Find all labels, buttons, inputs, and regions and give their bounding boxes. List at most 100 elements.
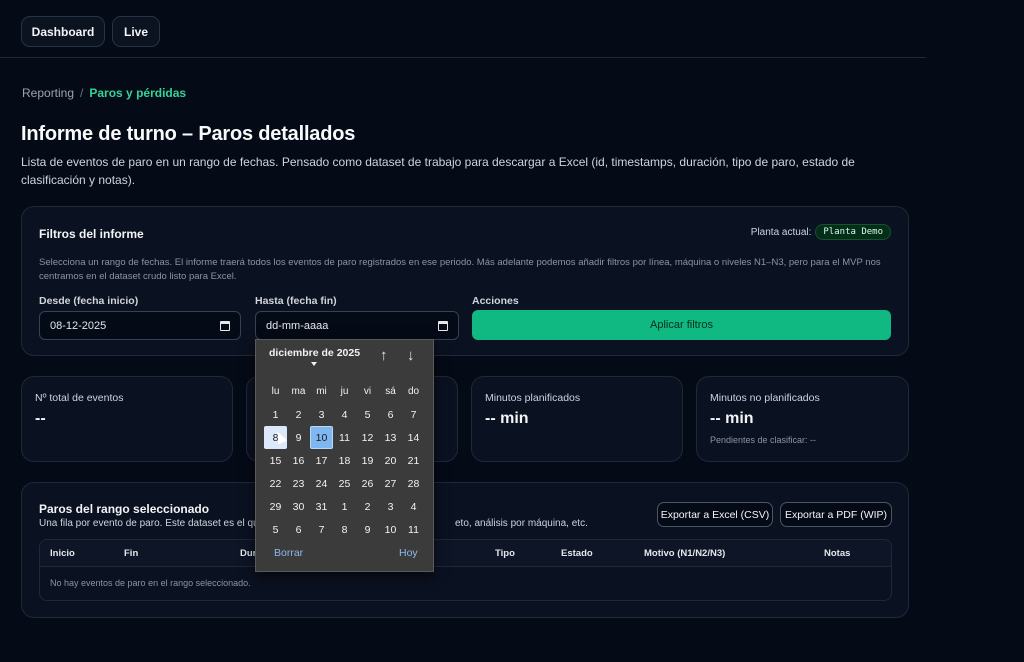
column-header[interactable]: Tipo (495, 548, 515, 559)
export-pdf-button[interactable]: Exportar a PDF (WIP) (780, 502, 892, 527)
calendar-day[interactable]: 23 (287, 472, 310, 495)
month-year-label[interactable]: diciembre de 2025 (269, 347, 360, 359)
breadcrumb-current: Paros y pérdidas (89, 86, 187, 100)
top-navbar: Dashboard Live (0, 0, 926, 58)
stoppages-table-card: Paros del rango seleccionado Una fila po… (21, 482, 909, 618)
calendar-day[interactable]: 26 (356, 472, 379, 495)
calendar-day[interactable]: 18 (333, 449, 356, 472)
calendar-day-next-month[interactable]: 8 (333, 518, 356, 541)
calendar-day[interactable]: 10 (310, 426, 333, 449)
nav-live-button[interactable]: Live (112, 16, 160, 47)
calendar-day[interactable]: 3 (310, 403, 333, 426)
calendar-day[interactable]: 9 (287, 426, 310, 449)
to-date-input[interactable]: dd-mm-aaaa (255, 311, 459, 340)
column-header[interactable]: Fin (124, 548, 138, 559)
date-picker-popup: diciembre de 2025 ↑ ↓ lu ma mi ju vi sá do 1 2 3 4… (255, 339, 434, 572)
stat-card-total-events: Nº total de eventos -- (21, 376, 233, 462)
weekday-header: lu (271, 386, 280, 397)
calendar-day[interactable]: 29 (264, 495, 287, 518)
stoppages-table: Inicio Fin Dur Tipo Estado Motivo (N1/N2… (39, 539, 892, 601)
calendar-day-next-month[interactable]: 7 (310, 518, 333, 541)
calendar-day[interactable]: 19 (356, 449, 379, 472)
calendar-grid: lu ma mi ju vi sá do 1 2 3 4 5 6 7 8 9 10 11 12 13 14 15 16 17 1… (264, 380, 425, 541)
calendar-day[interactable]: 21 (402, 449, 425, 472)
calendar-day[interactable]: 14 (402, 426, 425, 449)
calendar-day[interactable]: 12 (356, 426, 379, 449)
plant-label: Planta actual: (750, 226, 812, 238)
calendar-day[interactable]: 24 (310, 472, 333, 495)
stat-card-unplanned-minutes: Minutos no planificados -- min Pendiente… (696, 376, 909, 462)
calendar-day[interactable]: 5 (356, 403, 379, 426)
actions-label: Acciones (472, 295, 519, 307)
table-header: Inicio Fin Dur Tipo Estado Motivo (N1/N2… (40, 540, 891, 567)
calendar-day[interactable]: 31 (310, 495, 333, 518)
weekday-header: sá (385, 386, 396, 397)
calendar-day-next-month[interactable]: 1 (333, 495, 356, 518)
calendar-day-next-month[interactable]: 4 (402, 495, 425, 518)
nav-dashboard-button[interactable]: Dashboard (21, 16, 105, 47)
calendar-day[interactable]: 16 (287, 449, 310, 472)
column-header[interactable]: Dur (240, 548, 256, 559)
export-csv-button[interactable]: Exportar a Excel (CSV) (657, 502, 773, 527)
filters-card: Filtros del informe Planta actual: Plant… (21, 206, 909, 356)
weekday-header: mi (316, 386, 327, 397)
table-subtitle-right: eto, análisis por máquina, etc. (455, 518, 588, 529)
calendar-day[interactable]: 30 (287, 495, 310, 518)
from-date-label: Desde (fecha inicio) (39, 295, 139, 307)
calendar-day[interactable]: 4 (333, 403, 356, 426)
calendar-day[interactable]: 1 (264, 403, 287, 426)
apply-filters-button[interactable]: Aplicar filtros (472, 310, 891, 340)
calendar-day[interactable]: 11 (333, 426, 356, 449)
calendar-day[interactable]: 17 (310, 449, 333, 472)
calendar-day-next-month[interactable]: 11 (402, 518, 425, 541)
calendar-day-next-month[interactable]: 6 (287, 518, 310, 541)
today-button[interactable]: Hoy (399, 547, 418, 559)
calendar-day-next-month[interactable]: 5 (264, 518, 287, 541)
calendar-day-next-month[interactable]: 9 (356, 518, 379, 541)
arrow-down-icon[interactable]: ↓ (407, 347, 415, 364)
calendar-day[interactable]: 25 (333, 472, 356, 495)
weekday-header: ma (291, 386, 306, 397)
stat-label: Nº total de eventos (35, 392, 124, 404)
calendar-day[interactable]: 27 (379, 472, 402, 495)
calendar-day[interactable]: 6 (379, 403, 402, 426)
column-header[interactable]: Motivo (N1/N2/N3) (644, 548, 725, 559)
calendar-day-next-month[interactable]: 2 (356, 495, 379, 518)
calendar-day-next-month[interactable]: 10 (379, 518, 402, 541)
calendar-day[interactable]: 7 (402, 403, 425, 426)
calendar-icon[interactable] (438, 320, 448, 331)
to-date-placeholder: dd-mm-aaaa (266, 319, 329, 332)
weekday-header: vi (363, 386, 372, 397)
calendar-day[interactable]: 22 (264, 472, 287, 495)
empty-state-text: No hay eventos de paro en el rango selec… (50, 578, 251, 588)
page-description: Lista de eventos de paro en un rango de … (21, 155, 855, 187)
stat-label: Minutos no planificados (710, 392, 820, 404)
arrow-up-icon[interactable]: ↑ (380, 347, 388, 364)
calendar-day[interactable]: 20 (379, 449, 402, 472)
clear-button[interactable]: Borrar (274, 547, 303, 559)
breadcrumb-root[interactable]: Reporting (22, 86, 74, 100)
stat-subtext: Pendientes de clasificar: -- (710, 435, 817, 445)
breadcrumb-separator: / (80, 86, 84, 100)
calendar-icon[interactable] (220, 320, 230, 331)
calendar-day[interactable]: 15 (264, 449, 287, 472)
calendar-day[interactable]: 2 (287, 403, 310, 426)
stat-card-planned-minutes: Minutos planificados -- min (471, 376, 683, 462)
table-subtitle-left: Una fila por evento de paro. Este datase… (39, 518, 265, 529)
calendar-day[interactable]: 13 (379, 426, 402, 449)
calendar-day[interactable]: 28 (402, 472, 425, 495)
to-date-label: Hasta (fecha fin) (255, 295, 337, 307)
plant-badge: Planta Demo (815, 224, 891, 240)
from-date-input[interactable]: 08-12-2025 (39, 311, 241, 340)
caret-down-icon[interactable] (311, 362, 317, 366)
filters-title: Filtros del informe (39, 227, 144, 241)
from-date-value: 08-12-2025 (50, 319, 107, 332)
table-title: Paros del rango seleccionado (39, 502, 210, 516)
page-title: Informe de turno – Paros detallados (21, 123, 356, 145)
calendar-day-next-month[interactable]: 3 (379, 495, 402, 518)
stat-value: -- min (710, 410, 754, 427)
current-plant: Planta actual: Planta Demo (751, 224, 891, 240)
column-header[interactable]: Estado (561, 548, 593, 559)
column-header[interactable]: Notas (824, 548, 850, 559)
column-header[interactable]: Inicio (50, 548, 75, 559)
